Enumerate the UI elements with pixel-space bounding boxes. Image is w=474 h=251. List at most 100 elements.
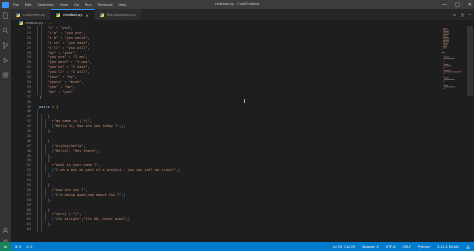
run-file-icon[interactable]: ▷ (454, 12, 456, 17)
menu-item-help[interactable]: Help (118, 3, 126, 7)
code-token: , (81, 79, 84, 84)
minimap-token (444, 86, 449, 88)
settings-gear-icon[interactable] (2, 230, 9, 245)
code-token: , (87, 65, 90, 70)
minimap-token (446, 46, 448, 47)
cursor-position[interactable]: Ln 55, Col 25 (333, 245, 355, 249)
search-icon[interactable] (2, 27, 9, 34)
close-icon[interactable]: ✕ (468, 2, 472, 8)
editor-tabs: customer.py chatbot.py × file-organizer.… (11, 9, 474, 20)
minimap-token (453, 79, 455, 80)
minimap-token (446, 43, 448, 44)
more-actions-icon[interactable]: ⋯ (469, 12, 471, 17)
minimap-token (444, 58, 454, 59)
code-token: "I'm doing good,now about You ?" (53, 192, 122, 197)
extensions-icon[interactable] (2, 72, 9, 79)
line-number: 64 (26, 227, 31, 232)
code-line: 64 (11, 227, 439, 233)
remote-indicator-icon[interactable]: ⇋ (0, 242, 11, 251)
minimap-token (446, 28, 447, 29)
minimize-icon[interactable]: — (442, 2, 447, 8)
breadcrumb-file[interactable]: chatbot.py (25, 21, 43, 25)
run-debug-icon[interactable] (2, 57, 9, 64)
python-interpreter[interactable]: 3.11.4 64-bit (437, 245, 459, 249)
vscode-logo-icon (2, 1, 9, 8)
code-token: [ (47, 183, 50, 187)
split-editor-icon[interactable]: ◫ (461, 12, 463, 17)
end-of-line[interactable]: CRLF (403, 245, 412, 249)
errors-indicator[interactable]: ⊗ 0 (15, 245, 21, 249)
minimap-token (443, 70, 450, 71)
breadcrumb-separator: › (45, 21, 47, 25)
indentation[interactable]: Spaces: 4 (362, 245, 378, 249)
code-token: "you would" (64, 35, 88, 40)
minimap-token (443, 47, 445, 49)
code-token: "i'll" (47, 45, 61, 50)
code-token: , (49, 197, 52, 202)
code-token: , (75, 50, 78, 55)
python-file-icon (19, 21, 23, 25)
maximize-icon[interactable]: □ (455, 2, 460, 8)
menu-item-terminal[interactable]: Terminal (98, 3, 113, 7)
minimap-token (446, 35, 448, 37)
code-token: r"sorry (.*)" (51, 212, 80, 217)
minimap-token (443, 64, 448, 65)
menu-item-run[interactable]: Run (85, 3, 92, 7)
code-token: "I am a bot an part of a project . you c… (53, 168, 177, 173)
minimap-token (443, 77, 449, 79)
minimap-token (443, 34, 445, 35)
menu-item-file[interactable]: File (13, 3, 19, 7)
code-token: , (79, 212, 82, 217)
minimap-token (448, 41, 450, 43)
minimap-token (446, 37, 449, 38)
minimap-token (443, 43, 445, 44)
minimap-token (453, 79, 454, 80)
minimap-token (449, 70, 451, 71)
code-token: "me" (64, 84, 73, 89)
minimap[interactable] (440, 26, 466, 242)
code-token: [ (47, 138, 50, 143)
breadcrumb-symbol[interactable]: ... (49, 21, 52, 25)
minimap-token (443, 62, 444, 64)
minimap-token (443, 80, 444, 82)
tab-customer[interactable]: customer.py (11, 9, 52, 20)
warnings-indicator[interactable]: ⚠ 0 (26, 245, 32, 249)
scrollbar-thumb[interactable] (467, 26, 473, 96)
code-token: , (87, 70, 90, 75)
code-token: "mine" (68, 79, 82, 84)
encoding[interactable]: UTF-8 (386, 245, 396, 249)
minimap-token (447, 44, 449, 46)
language-mode[interactable]: Python (418, 245, 430, 249)
minimap-token (443, 76, 444, 77)
minimap-token (443, 31, 445, 32)
minimap-token (443, 55, 444, 56)
code-token: , (49, 222, 52, 227)
minimap-token (445, 40, 447, 41)
minimap-token (443, 46, 445, 47)
code-token: , (49, 153, 52, 158)
code-token: "Hello %1, How are you today ?" (53, 124, 120, 129)
minimap-token (443, 38, 446, 40)
files-icon[interactable] (2, 12, 9, 19)
tab-chatbot[interactable]: chatbot.py × (51, 9, 95, 20)
menu-item-selection[interactable]: Selection (38, 3, 54, 7)
menu-item-edit[interactable]: Edit (25, 3, 32, 7)
menu-item-view[interactable]: View (60, 3, 68, 7)
code-editor[interactable]: 23 "i" : "you", 24 "i'm" : "you are", 25 "i'd… (11, 26, 439, 242)
minimap-token (443, 85, 448, 86)
notifications-bell-icon[interactable]: 🔔︎ (466, 245, 470, 249)
menu-item-go[interactable]: Go (74, 3, 79, 7)
code-token: "I am" (72, 55, 86, 60)
tab-label: file-organizer.py (106, 12, 136, 17)
minimap-token (445, 34, 449, 35)
tab-file-organizer[interactable]: file-organizer.py (94, 9, 142, 20)
account-icon[interactable] (2, 219, 9, 234)
close-tab-icon[interactable]: × (85, 13, 88, 18)
source-control-icon[interactable] (2, 42, 9, 49)
code-token: , (98, 148, 101, 153)
code-token: , (83, 143, 86, 148)
minimap-token (444, 32, 446, 34)
code-token: "you are" (47, 55, 67, 60)
code-token: , (75, 75, 78, 80)
minimap-token (444, 79, 454, 80)
